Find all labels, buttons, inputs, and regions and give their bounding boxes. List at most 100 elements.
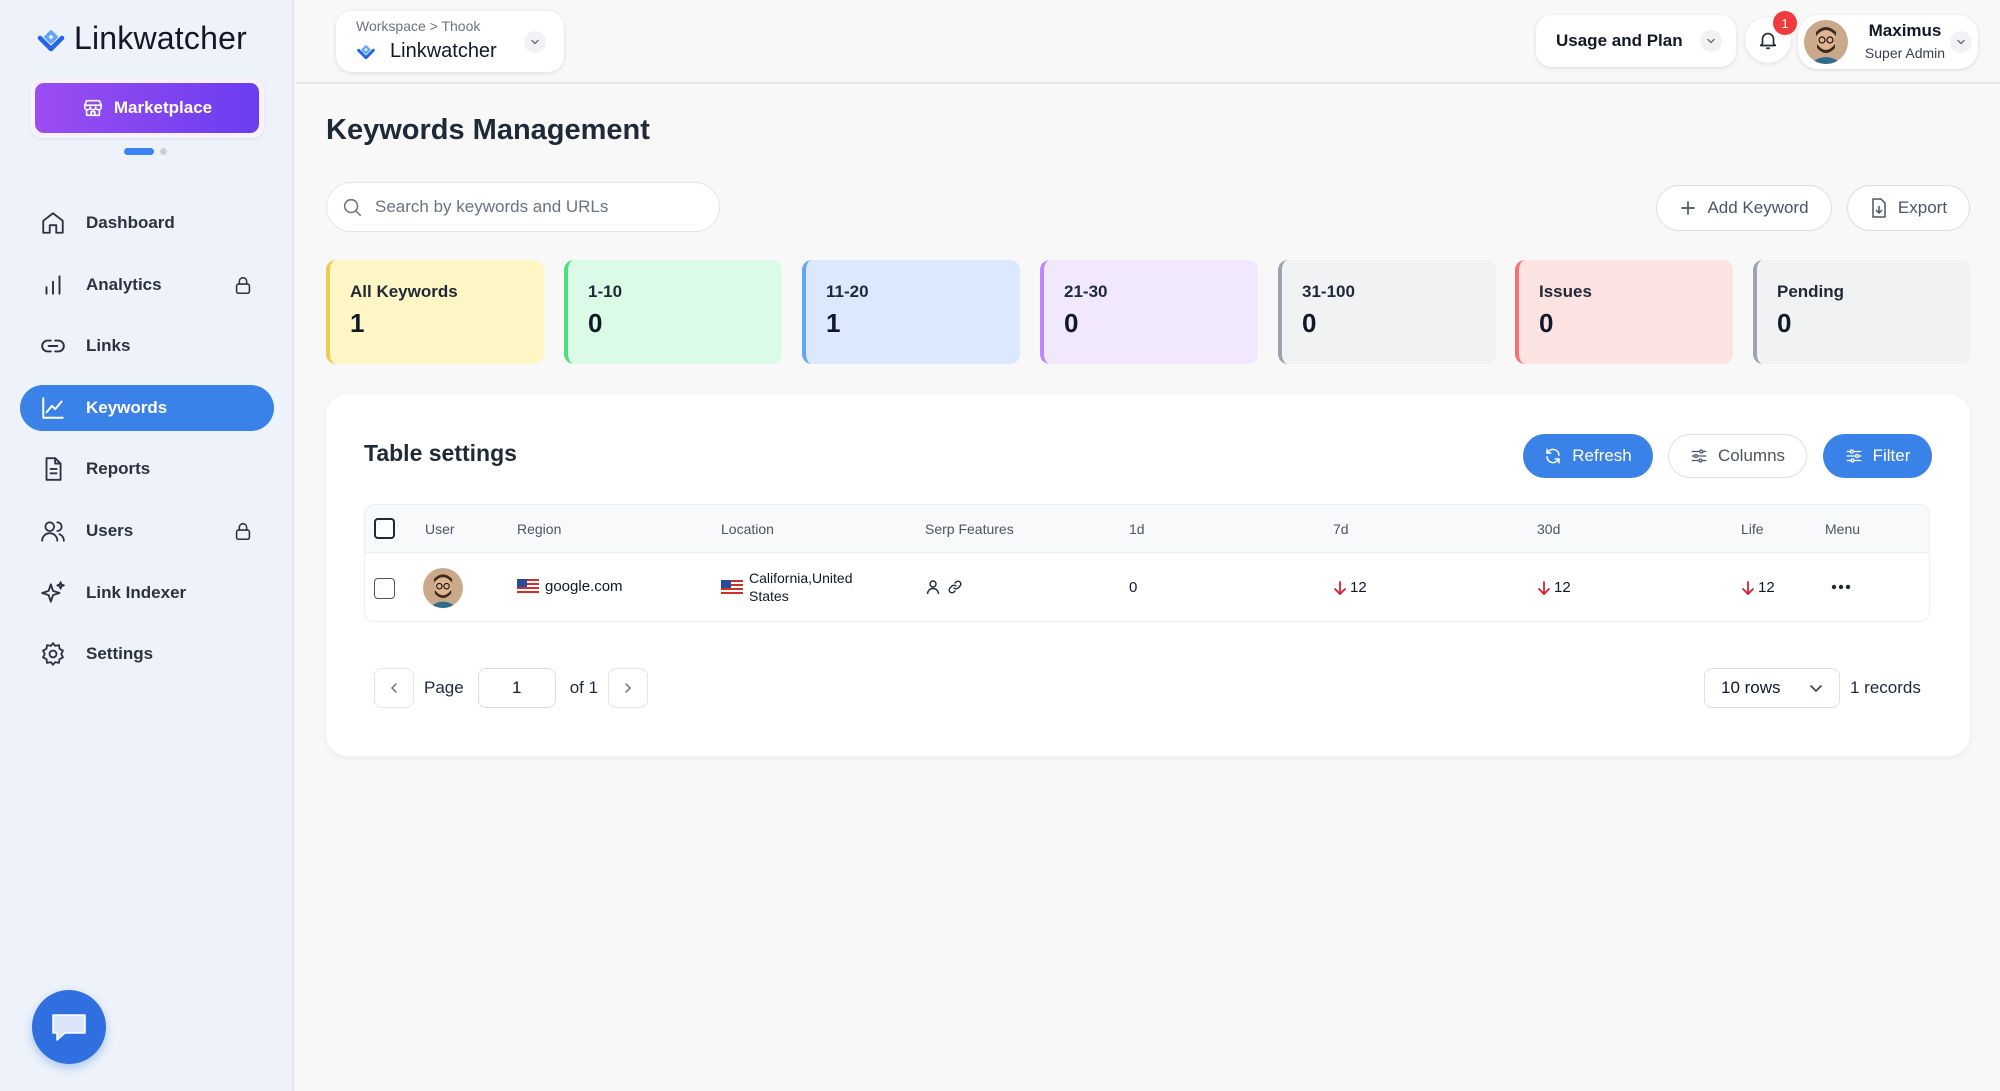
region-text: google.com	[545, 578, 623, 595]
arrow-down-icon	[1538, 580, 1550, 595]
cell-life-value: 12	[1758, 579, 1775, 596]
brand[interactable]: Linkwatcher	[36, 20, 247, 57]
column-header-30d[interactable]: 30d	[1537, 521, 1560, 537]
stat-card-21-30[interactable]: 21-30 0	[1040, 260, 1258, 364]
stat-value: 0	[1539, 308, 1554, 338]
arrow-down-icon	[1742, 580, 1754, 595]
prev-page-button[interactable]	[374, 668, 414, 708]
add-keyword-button[interactable]: Add Keyword	[1656, 185, 1832, 231]
table-settings-title: Table settings	[364, 440, 517, 466]
stat-card-1-10[interactable]: 1-10 0	[564, 260, 782, 364]
select-all-checkbox[interactable]	[374, 518, 395, 539]
stat-value: 0	[1777, 308, 1792, 338]
column-header-7d[interactable]: 7d	[1333, 521, 1349, 537]
column-header-user[interactable]: User	[425, 521, 455, 537]
rows-per-page-value: 10 rows	[1721, 678, 1781, 697]
usage-and-plan-button[interactable]: Usage and Plan	[1536, 15, 1736, 67]
sliders-icon	[1691, 449, 1707, 463]
carousel-dot-active[interactable]	[124, 148, 154, 155]
marketplace-label: Marketplace	[113, 98, 213, 117]
chevron-right-icon	[625, 683, 632, 693]
cell-7d: 12	[1333, 579, 1367, 596]
brand-name: Linkwatcher	[74, 20, 247, 56]
refresh-button[interactable]: Refresh	[1523, 434, 1653, 478]
lock-icon	[235, 276, 251, 294]
columns-label: Columns	[1717, 446, 1786, 465]
workspace-switcher[interactable]: Workspace > Thook Linkwatcher	[336, 11, 564, 72]
stat-card-pending[interactable]: Pending 0	[1753, 260, 1971, 364]
marketplace-button[interactable]: Marketplace	[35, 83, 259, 133]
stat-label: 21-30	[1064, 282, 1108, 301]
stat-value: 0	[588, 308, 603, 338]
sidebar-item-users[interactable]: Users	[20, 508, 274, 554]
stat-card-11-20[interactable]: 11-20 1	[802, 260, 1020, 364]
column-header-life[interactable]: Life	[1741, 521, 1764, 537]
workspace-breadcrumb: Workspace > Thook	[356, 18, 481, 34]
export-button[interactable]: Export	[1847, 185, 1970, 231]
stat-value: 1	[350, 308, 365, 338]
export-file-icon	[1872, 198, 1886, 218]
export-label: Export	[1897, 198, 1948, 217]
refresh-icon	[1546, 448, 1560, 464]
link-icon	[948, 580, 962, 594]
home-icon	[42, 212, 64, 234]
row-checkbox[interactable]	[374, 578, 395, 599]
user-role: Super Admin	[1864, 45, 1946, 61]
carousel-dots[interactable]	[124, 148, 167, 155]
sidebar-item-analytics[interactable]: Analytics	[20, 262, 274, 308]
cell-30d: 12	[1537, 579, 1571, 596]
sidebar-item-dashboard[interactable]: Dashboard	[20, 200, 274, 246]
search-input[interactable]	[375, 197, 695, 217]
workspace-name: Linkwatcher	[390, 40, 497, 62]
table-header: User Region Location Serp Features 1d 7d…	[365, 505, 1929, 553]
column-header-region[interactable]: Region	[517, 521, 561, 537]
chevron-down-icon	[1700, 30, 1722, 52]
avatar	[423, 568, 463, 608]
chevron-down-icon[interactable]	[524, 31, 546, 53]
column-header-1d[interactable]: 1d	[1129, 521, 1145, 537]
stat-card-31-100[interactable]: 31-100 0	[1278, 260, 1496, 364]
users-icon	[41, 521, 65, 542]
rows-per-page-select[interactable]: 10 rows	[1704, 668, 1840, 708]
sidebar-item-link-indexer[interactable]: Link Indexer	[20, 570, 274, 616]
next-page-button[interactable]	[608, 668, 649, 708]
table-row[interactable]: google.com California,United States 0 12…	[365, 553, 1929, 621]
chat-bubble-icon	[52, 1014, 86, 1041]
sparkle-icon	[41, 580, 65, 603]
sidebar-item-settings[interactable]: Settings	[20, 631, 274, 677]
chat-support-button[interactable]	[32, 990, 106, 1064]
cell-30d-value: 12	[1554, 579, 1571, 596]
page-of-label: of 1	[569, 678, 599, 697]
search-box[interactable]	[326, 182, 720, 232]
column-header-serp-features[interactable]: Serp Features	[925, 521, 1014, 537]
document-icon	[45, 457, 62, 482]
sidebar: Linkwatcher Marketplace Dashboard Analyt…	[0, 0, 294, 1091]
filter-button[interactable]: Filter	[1823, 434, 1932, 478]
arrow-down-icon	[1334, 580, 1346, 595]
sidebar-item-reports[interactable]: Reports	[20, 446, 274, 492]
notifications-button[interactable]: 1	[1745, 11, 1797, 63]
column-header-location[interactable]: Location	[721, 521, 774, 537]
user-menu[interactable]: Maximus Super Admin	[1798, 15, 1978, 69]
bar-chart-icon	[45, 274, 61, 295]
more-dots-icon[interactable]	[1831, 583, 1851, 591]
page-number-input[interactable]	[477, 668, 556, 708]
stat-card-issues[interactable]: Issues 0	[1515, 260, 1733, 364]
stat-value: 1	[826, 308, 841, 338]
workspace-logo-icon	[357, 45, 375, 60]
records-count: 1 records	[1850, 678, 1921, 697]
stat-label: 11-20	[826, 282, 869, 301]
columns-button[interactable]: Columns	[1668, 434, 1807, 478]
add-keyword-label: Add Keyword	[1707, 198, 1809, 217]
stat-card-all-keywords[interactable]: All Keywords 1	[326, 260, 544, 364]
sidebar-item-label: Reports	[86, 459, 151, 479]
sidebar-item-label: Dashboard	[86, 213, 175, 232]
sidebar-item-links[interactable]: Links	[20, 323, 274, 369]
person-icon	[926, 580, 940, 595]
carousel-dot[interactable]	[160, 148, 167, 155]
trend-line-icon	[42, 397, 64, 419]
pagination: Page of 1	[374, 668, 649, 708]
sidebar-item-keywords[interactable]: Keywords	[20, 384, 274, 431]
stat-value: 0	[1302, 308, 1317, 338]
top-bar: Workspace > Thook Linkwatcher Usage and …	[296, 0, 2000, 84]
